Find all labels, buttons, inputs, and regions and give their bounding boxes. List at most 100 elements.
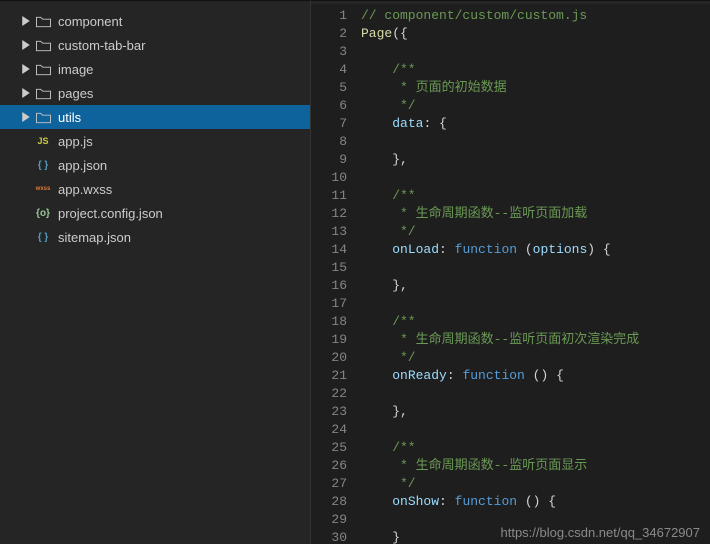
token: } [361, 530, 400, 544]
file-explorer[interactable]: componentcustom-tab-barimagepagesutilsJS… [0, 0, 310, 544]
code-line[interactable] [361, 43, 710, 61]
code-line[interactable]: * 生命周期函数--监听页面初次渲染完成 [361, 331, 710, 349]
chevron-right-icon [20, 111, 32, 123]
token: * 页面的初始数据 [361, 80, 507, 95]
code-line[interactable]: * 页面的初始数据 [361, 79, 710, 97]
token: */ [361, 224, 416, 239]
code-line[interactable]: onShow: function () { [361, 493, 710, 511]
line-number: 14 [311, 241, 347, 259]
code-line[interactable]: /** [361, 61, 710, 79]
file-sitemap.json[interactable]: { }sitemap.json [0, 225, 310, 249]
code-line[interactable]: onLoad: function (options) { [361, 241, 710, 259]
folder-icon [34, 111, 52, 124]
token: /** [361, 440, 416, 455]
file-label: app.wxss [58, 182, 112, 197]
line-number: 5 [311, 79, 347, 97]
code-line[interactable]: Page({ [361, 25, 710, 43]
token: }, [361, 404, 408, 419]
folder-image[interactable]: image [0, 57, 310, 81]
code-line[interactable]: // component/custom/custom.js [361, 7, 710, 25]
token: : [439, 242, 455, 257]
token: /** [361, 62, 416, 77]
file-label: app.js [58, 134, 93, 149]
line-number: 8 [311, 133, 347, 151]
folder-component[interactable]: component [0, 9, 310, 33]
code-line[interactable] [361, 295, 710, 313]
line-number: 27 [311, 475, 347, 493]
token: : [447, 368, 463, 383]
line-number: 2 [311, 25, 347, 43]
token: }, [361, 152, 408, 167]
file-app.json[interactable]: { }app.json [0, 153, 310, 177]
code-line[interactable]: * 生命周期函数--监听页面加载 [361, 205, 710, 223]
code-line[interactable]: /** [361, 313, 710, 331]
line-number: 1 [311, 7, 347, 25]
js-file-icon: JS [34, 136, 52, 146]
code-line[interactable]: }, [361, 403, 710, 421]
line-number: 21 [311, 367, 347, 385]
code-line[interactable]: /** [361, 187, 710, 205]
folder-icon [34, 39, 52, 52]
chevron-right-icon [20, 63, 32, 75]
token: /** [361, 314, 416, 329]
code-line[interactable]: }, [361, 277, 710, 295]
token: /** [361, 188, 416, 203]
chevron-right-icon [20, 39, 32, 51]
code-line[interactable]: /** [361, 439, 710, 457]
file-app.js[interactable]: JS app.js [0, 129, 310, 153]
file-label: sitemap.json [58, 230, 131, 245]
code-line[interactable]: */ [361, 97, 710, 115]
folder-custom-tab-bar[interactable]: custom-tab-bar [0, 33, 310, 57]
line-number: 13 [311, 223, 347, 241]
code-line[interactable]: data: { [361, 115, 710, 133]
line-number: 18 [311, 313, 347, 331]
line-number: 15 [311, 259, 347, 277]
token: */ [361, 98, 416, 113]
line-number: 11 [311, 187, 347, 205]
code-line[interactable] [361, 385, 710, 403]
line-number: 7 [311, 115, 347, 133]
code-line[interactable]: */ [361, 349, 710, 367]
file-project.config.json[interactable]: {o}project.config.json [0, 201, 310, 225]
token: ( [517, 242, 533, 257]
line-number: 19 [311, 331, 347, 349]
token: onLoad [392, 242, 439, 257]
code-line[interactable] [361, 169, 710, 187]
file-app.wxss[interactable]: wxss app.wxss [0, 177, 310, 201]
code-line[interactable]: }, [361, 151, 710, 169]
config-file-icon: {o} [34, 208, 52, 219]
code-content[interactable]: // component/custom/custom.jsPage({ /** … [361, 5, 710, 544]
folder-pages[interactable]: pages [0, 81, 310, 105]
line-number: 25 [311, 439, 347, 457]
wxss-file-icon: wxss [34, 186, 52, 192]
folder-label: component [58, 14, 122, 29]
folder-utils[interactable]: utils [0, 105, 310, 129]
line-number: 3 [311, 43, 347, 61]
token: Page [361, 26, 392, 41]
token [361, 368, 392, 383]
token: */ [361, 476, 416, 491]
token: function [455, 494, 517, 509]
code-line[interactable] [361, 421, 710, 439]
token: onShow [392, 494, 439, 509]
token: }, [361, 278, 408, 293]
token [361, 116, 392, 131]
folder-icon [34, 15, 52, 28]
code-line[interactable] [361, 133, 710, 151]
line-number: 30 [311, 529, 347, 544]
token: * 生命周期函数--监听页面加载 [361, 206, 587, 221]
token: options [533, 242, 588, 257]
code-line[interactable]: * 生命周期函数--监听页面显示 [361, 457, 710, 475]
line-number: 22 [311, 385, 347, 403]
line-number: 26 [311, 457, 347, 475]
token: ({ [392, 26, 408, 41]
token: onReady [392, 368, 447, 383]
code-line[interactable]: */ [361, 223, 710, 241]
code-line[interactable] [361, 259, 710, 277]
line-number: 12 [311, 205, 347, 223]
token: * 生命周期函数--监听页面初次渲染完成 [361, 332, 639, 347]
code-line[interactable]: onReady: function () { [361, 367, 710, 385]
token: function [455, 242, 517, 257]
code-line[interactable]: */ [361, 475, 710, 493]
folder-label: custom-tab-bar [58, 38, 145, 53]
